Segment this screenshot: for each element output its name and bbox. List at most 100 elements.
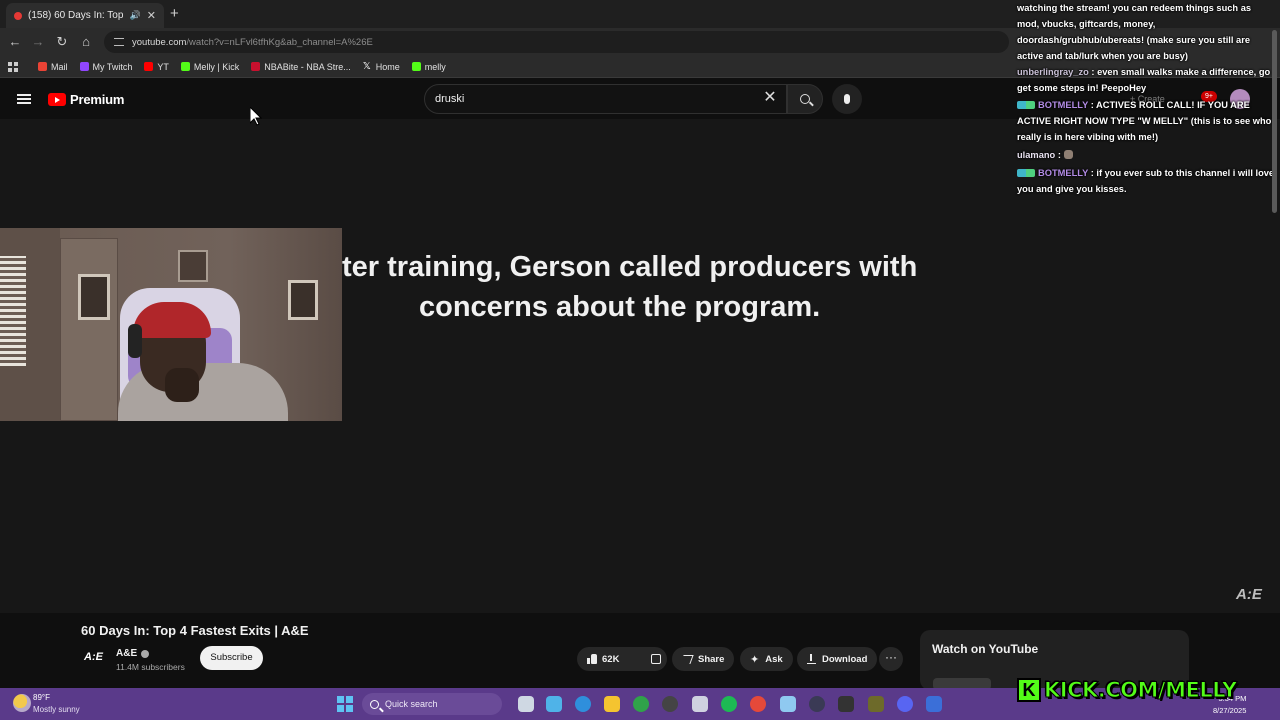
windows-start-icon[interactable]	[337, 696, 353, 712]
channel-name[interactable]: A&E	[116, 648, 137, 659]
subscriber-count: 11.4M subscribers	[116, 662, 185, 672]
chat-message: watching the stream! you can redeem thin…	[1017, 0, 1275, 64]
webcam-picture-frame	[288, 280, 318, 320]
webcam-picture-frame	[78, 274, 110, 320]
weather-condition[interactable]: Mostly sunny	[33, 705, 80, 714]
bot-badge-icon	[1017, 169, 1035, 177]
clear-search-icon[interactable]: ✕	[762, 89, 778, 107]
xbox-icon[interactable]	[633, 696, 649, 712]
url-host: youtube.com	[132, 36, 187, 48]
weather-temperature[interactable]: 89°F	[33, 693, 50, 702]
mouse-cursor-icon	[249, 105, 263, 131]
terminal-icon[interactable]	[838, 696, 854, 712]
bookmark-x-home[interactable]: 𝕏 Home	[363, 62, 400, 72]
nba-icon	[251, 62, 261, 71]
close-tab-icon[interactable]: ✕	[147, 9, 156, 22]
caption-line-2: concerns about the program.	[419, 291, 821, 323]
youtube-icon	[144, 62, 154, 71]
bookmark-label: My Twitch	[92, 61, 133, 72]
webcam-picture-frame	[178, 250, 208, 282]
chat-text: watching the stream! you can redeem thin…	[1017, 3, 1252, 61]
speaker-icon[interactable]: 🔊	[130, 10, 141, 21]
kick-channel-banner: K KICK.COM/MELLY	[1017, 676, 1238, 704]
taskbar-search[interactable]: Quick search	[362, 693, 502, 715]
share-label: Share	[698, 653, 725, 665]
chat-scrollbar[interactable]	[1272, 30, 1277, 213]
mail-icon	[38, 62, 47, 71]
ask-button[interactable]: ✦ Ask	[740, 647, 793, 671]
home-icon[interactable]: ⌂	[78, 34, 94, 50]
download-button[interactable]: Download	[797, 647, 878, 671]
forward-arrow-icon[interactable]: →	[30, 34, 46, 50]
voice-search-button[interactable]	[832, 84, 862, 114]
chat-message: BOTMELLY : if you ever sub to this chann…	[1017, 165, 1275, 197]
reload-icon[interactable]: ↻	[54, 34, 70, 50]
bookmark-twitch[interactable]: My Twitch	[79, 61, 133, 72]
bookmark-kick[interactable]: Melly | Kick	[180, 62, 239, 72]
share-button[interactable]: Share	[672, 647, 735, 671]
bookmark-yt[interactable]: YT	[144, 62, 169, 72]
chrome-icon[interactable]	[750, 696, 766, 712]
subscribe-button[interactable]: Subscribe	[200, 646, 263, 670]
webcam-door	[60, 238, 118, 421]
search-button[interactable]	[787, 84, 823, 114]
app-icon[interactable]	[926, 696, 942, 712]
x-logo-icon: 𝕏	[362, 61, 371, 72]
webcam-headset	[128, 324, 142, 358]
watch-on-youtube-label: Watch on YouTube	[932, 642, 1039, 656]
store-icon[interactable]	[692, 696, 708, 712]
media-player-icon[interactable]	[809, 696, 825, 712]
search-input[interactable]: druski	[424, 84, 787, 114]
youtube-play-icon	[48, 93, 66, 106]
task-view-icon[interactable]	[518, 696, 534, 712]
bot-badge-icon	[1017, 101, 1035, 109]
thumbs-down-icon	[651, 654, 662, 664]
channel-avatar[interactable]: A:E	[84, 651, 106, 665]
clock-date: 8/27/2025	[1213, 706, 1247, 715]
widgets-icon[interactable]	[546, 696, 562, 712]
kick-logo-icon: K	[1017, 678, 1041, 702]
spotify-icon[interactable]	[721, 696, 737, 712]
bookmark-mail[interactable]: Mail	[38, 62, 68, 72]
obs-icon[interactable]	[868, 696, 884, 712]
weather-icon[interactable]	[13, 694, 31, 712]
edge-browser-icon[interactable]	[575, 696, 591, 712]
bookmark-melly[interactable]: melly	[411, 62, 446, 72]
ae-watermark-logo: A:E	[1236, 586, 1262, 603]
microphone-icon	[844, 94, 850, 104]
like-button[interactable]: 62K	[577, 647, 629, 671]
channel-name-row[interactable]: A&E	[116, 648, 150, 659]
apps-grid-icon[interactable]	[8, 61, 18, 72]
site-info-icon[interactable]	[114, 38, 124, 46]
more-actions-button[interactable]: ···	[879, 647, 903, 671]
search-icon	[370, 699, 379, 709]
bookmark-label: Home	[375, 61, 400, 72]
dislike-button[interactable]	[641, 647, 671, 671]
webcam-streamer-hand	[165, 368, 199, 402]
back-arrow-icon[interactable]: ←	[7, 34, 23, 50]
chat-message: BOTMELLY : ACTIVES ROLL CALL! IF YOU ARE…	[1017, 97, 1275, 145]
ask-label: Ask	[765, 653, 783, 665]
menu-icon[interactable]	[17, 94, 31, 104]
discord-icon[interactable]	[897, 696, 913, 712]
url-path: /watch?v=nLFvl6tfhKg&ab_channel=A%26E	[186, 36, 373, 48]
kick-banner-text: KICK.COM/MELLY	[1044, 678, 1238, 703]
bookmark-label: YT	[157, 61, 169, 72]
youtube-premium-logo[interactable]: Premium	[48, 92, 124, 107]
like-count: 62K	[602, 653, 620, 665]
browser-tab[interactable]: (158) 60 Days In: Top 4 Fas 🔊 ✕	[6, 3, 164, 28]
video-title: 60 Days In: Top 4 Fastest Exits | A&E	[81, 623, 309, 638]
file-explorer-icon[interactable]	[604, 696, 620, 712]
photos-icon[interactable]	[780, 696, 796, 712]
bookmark-nbabite[interactable]: NBABite - NBA Stre...	[251, 62, 351, 72]
kick-icon	[180, 62, 190, 71]
melly-icon	[411, 62, 421, 71]
download-label: Download	[822, 653, 868, 665]
new-tab-button[interactable]: +	[170, 6, 179, 21]
url-field[interactable]: youtube.com/watch?v=nLFvl6tfhKg&ab_chann…	[104, 31, 1009, 53]
chatgpt-icon[interactable]	[662, 696, 678, 712]
search-placeholder: Quick search	[385, 699, 438, 709]
share-icon	[680, 654, 694, 664]
logo-text: Premium	[70, 92, 125, 107]
video-caption: ter training, Gerson called producers wi…	[342, 247, 992, 327]
